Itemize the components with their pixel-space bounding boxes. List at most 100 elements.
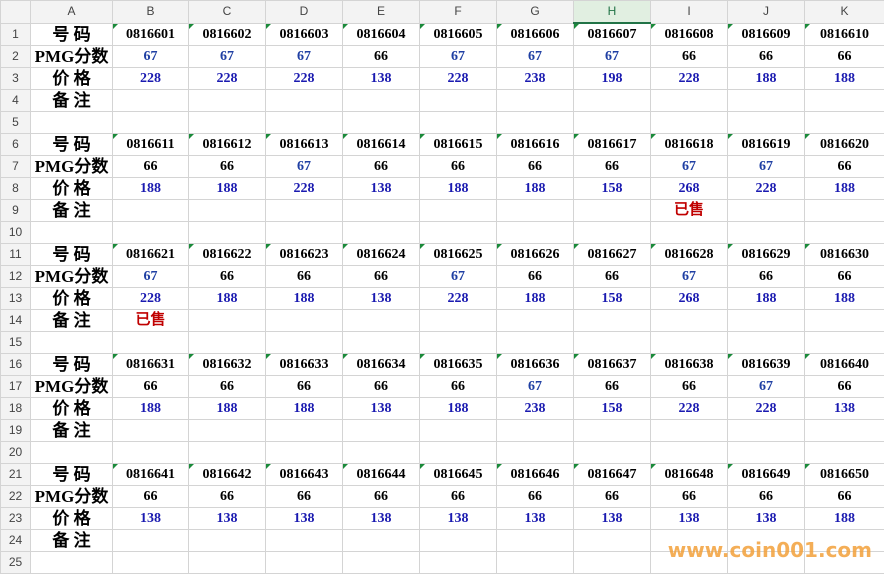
cell-note[interactable] xyxy=(188,89,266,112)
row-header[interactable]: 25 xyxy=(0,551,31,574)
cell-price[interactable]: 138 xyxy=(188,507,266,530)
cell-score[interactable]: 66 xyxy=(573,485,651,508)
cell-price[interactable]: 138 xyxy=(650,507,728,530)
cell-score[interactable]: 66 xyxy=(727,265,805,288)
row-label-number[interactable]: 号 码 xyxy=(30,463,113,486)
cell-number[interactable]: 0816644 xyxy=(342,463,420,486)
cell-number[interactable]: 0816629 xyxy=(727,243,805,266)
cell-number[interactable]: 0816620 xyxy=(804,133,884,156)
empty-cell[interactable] xyxy=(804,111,884,134)
cell-score[interactable]: 66 xyxy=(650,485,728,508)
cell-score[interactable]: 67 xyxy=(496,45,574,68)
cell-note[interactable] xyxy=(265,89,343,112)
empty-cell[interactable] xyxy=(496,441,574,464)
row-header[interactable]: 16 xyxy=(0,353,31,376)
empty-cell[interactable] xyxy=(30,551,113,574)
cell-number[interactable]: 0816611 xyxy=(112,133,189,156)
empty-cell[interactable] xyxy=(496,221,574,244)
cell-note[interactable] xyxy=(573,419,651,442)
cell-price[interactable]: 228 xyxy=(419,287,497,310)
row-label-price[interactable]: 价 格 xyxy=(30,287,113,310)
row-label-price[interactable]: 价 格 xyxy=(30,177,113,200)
cell-number[interactable]: 0816634 xyxy=(342,353,420,376)
cell-price[interactable]: 188 xyxy=(112,177,189,200)
cell-price[interactable]: 158 xyxy=(573,287,651,310)
cell-score[interactable]: 66 xyxy=(188,155,266,178)
column-header-h[interactable]: H xyxy=(573,0,651,24)
cell-number[interactable]: 0816618 xyxy=(650,133,728,156)
empty-cell[interactable] xyxy=(496,551,574,574)
cell-score[interactable]: 66 xyxy=(112,485,189,508)
cell-number[interactable]: 0816602 xyxy=(188,22,266,46)
empty-cell[interactable] xyxy=(727,441,805,464)
cell-note[interactable] xyxy=(188,529,266,552)
cell-price[interactable]: 188 xyxy=(419,177,497,200)
empty-cell[interactable] xyxy=(342,441,420,464)
row-header[interactable]: 17 xyxy=(0,375,31,398)
empty-cell[interactable] xyxy=(30,221,113,244)
cell-note[interactable] xyxy=(188,309,266,332)
empty-cell[interactable] xyxy=(265,551,343,574)
empty-cell[interactable] xyxy=(342,111,420,134)
cell-price[interactable]: 188 xyxy=(188,397,266,420)
cell-price[interactable]: 158 xyxy=(573,397,651,420)
cell-price[interactable]: 188 xyxy=(188,287,266,310)
row-header[interactable]: 6 xyxy=(0,133,31,156)
cell-note[interactable]: 已售 xyxy=(650,199,728,222)
cell-score[interactable]: 66 xyxy=(496,265,574,288)
cell-score[interactable]: 66 xyxy=(342,265,420,288)
empty-cell[interactable] xyxy=(804,221,884,244)
empty-cell[interactable] xyxy=(30,331,113,354)
cell-number[interactable]: 0816639 xyxy=(727,353,805,376)
column-header-f[interactable]: F xyxy=(419,0,497,24)
cell-number[interactable]: 0816637 xyxy=(573,353,651,376)
cell-score[interactable]: 66 xyxy=(650,45,728,68)
cell-number[interactable]: 0816640 xyxy=(804,353,884,376)
cell-score[interactable]: 66 xyxy=(804,375,884,398)
cell-number[interactable]: 0816630 xyxy=(804,243,884,266)
empty-cell[interactable] xyxy=(419,441,497,464)
cell-score[interactable]: 66 xyxy=(188,375,266,398)
cell-number[interactable]: 0816624 xyxy=(342,243,420,266)
cell-score[interactable]: 66 xyxy=(573,155,651,178)
cell-score[interactable]: 66 xyxy=(265,485,343,508)
row-label-score[interactable]: PMG分数 xyxy=(30,265,113,288)
empty-cell[interactable] xyxy=(573,111,651,134)
cell-score[interactable]: 66 xyxy=(419,485,497,508)
row-header[interactable]: 18 xyxy=(0,397,31,420)
cell-price[interactable]: 138 xyxy=(804,397,884,420)
cell-number[interactable]: 0816648 xyxy=(650,463,728,486)
cell-note[interactable] xyxy=(650,89,728,112)
empty-cell[interactable] xyxy=(265,221,343,244)
row-header[interactable]: 23 xyxy=(0,507,31,530)
cell-note[interactable] xyxy=(265,309,343,332)
cell-number[interactable]: 0816633 xyxy=(265,353,343,376)
row-header[interactable]: 24 xyxy=(0,529,31,552)
cell-score[interactable]: 66 xyxy=(496,155,574,178)
row-header[interactable]: 20 xyxy=(0,441,31,464)
empty-cell[interactable] xyxy=(727,331,805,354)
cell-price[interactable]: 188 xyxy=(804,177,884,200)
cell-score[interactable]: 66 xyxy=(265,375,343,398)
row-header[interactable]: 13 xyxy=(0,287,31,310)
cell-price[interactable]: 188 xyxy=(188,177,266,200)
select-all-corner[interactable] xyxy=(0,0,31,24)
cell-score[interactable]: 66 xyxy=(804,265,884,288)
cell-note[interactable] xyxy=(112,199,189,222)
cell-number[interactable]: 0816614 xyxy=(342,133,420,156)
cell-price[interactable]: 188 xyxy=(112,397,189,420)
cell-note[interactable] xyxy=(342,199,420,222)
cell-note[interactable] xyxy=(188,199,266,222)
cell-price[interactable]: 188 xyxy=(496,177,574,200)
cell-number[interactable]: 0816616 xyxy=(496,133,574,156)
cell-price[interactable]: 138 xyxy=(342,287,420,310)
row-label-note[interactable]: 备 注 xyxy=(30,89,113,112)
empty-cell[interactable] xyxy=(573,441,651,464)
cell-price[interactable]: 188 xyxy=(265,397,343,420)
cell-number[interactable]: 0816632 xyxy=(188,353,266,376)
cell-price[interactable]: 188 xyxy=(804,67,884,90)
empty-cell[interactable] xyxy=(265,331,343,354)
cell-score[interactable]: 66 xyxy=(727,45,805,68)
empty-cell[interactable] xyxy=(188,551,266,574)
cell-score[interactable]: 67 xyxy=(727,155,805,178)
